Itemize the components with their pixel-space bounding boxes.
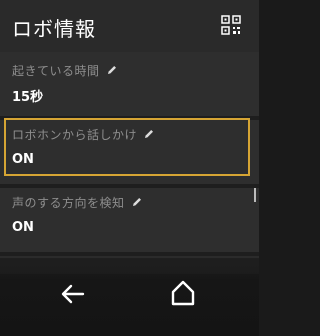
settings-list: 起きている時間 15秒 ロボホンから話しかけ ON 声のする方向を検知 ON — [0, 52, 259, 258]
scrollbar[interactable] — [254, 188, 256, 202]
qr-code-icon[interactable] — [221, 15, 241, 35]
setting-label: ロボホンから話しかけ — [12, 126, 155, 143]
setting-label-text: ロボホンから話しかけ — [12, 128, 138, 142]
setting-value: ON — [12, 220, 34, 235]
robo-info-screen: ロボ情報 起きている時間 15秒 ロボホンから話しかけ ON 声のする方向を検知… — [0, 0, 259, 336]
pencil-icon[interactable] — [106, 64, 118, 76]
setting-label-text: 声のする方向を検知 — [12, 196, 125, 210]
page-title: ロボ情報 — [12, 17, 96, 41]
setting-value: ON — [12, 152, 34, 167]
setting-item-robohon-talk[interactable]: ロボホンから話しかけ ON — [0, 120, 259, 184]
setting-label: 声のする方向を検知 — [12, 194, 143, 211]
back-arrow-icon[interactable] — [61, 284, 85, 304]
setting-item-voice-direction[interactable]: 声のする方向を検知 ON — [0, 188, 259, 252]
navigation-bar — [0, 258, 259, 336]
setting-label: 起きている時間 — [12, 62, 118, 79]
home-icon[interactable] — [171, 280, 195, 306]
setting-value: 15秒 — [12, 90, 44, 105]
setting-label-text: 起きている時間 — [12, 64, 100, 78]
app-header: ロボ情報 — [0, 0, 259, 52]
navbar-fade — [0, 258, 259, 274]
pencil-icon[interactable] — [131, 196, 143, 208]
pencil-icon[interactable] — [143, 128, 155, 140]
setting-item-awake-time[interactable]: 起きている時間 15秒 — [0, 52, 259, 116]
divider — [0, 252, 259, 256]
